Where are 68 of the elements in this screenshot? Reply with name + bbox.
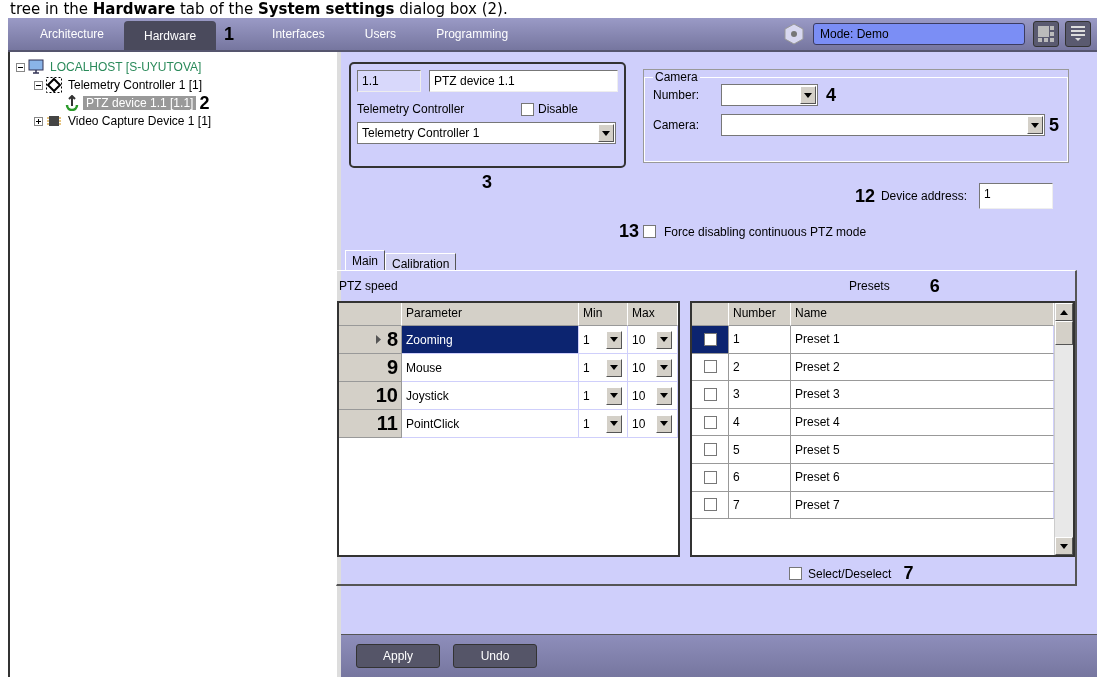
callout-number: 10 [375,384,398,407]
table-cell: Mouse [402,354,579,382]
column-header: Max [628,303,678,326]
callout-number: 12 [854,185,875,207]
callout-number: 11 [376,412,398,435]
min-dropdown[interactable]: 1 [579,410,628,438]
table-cell: 6 [729,463,791,492]
top-tab[interactable]: Hardware [124,21,217,50]
callout-number: 6 [929,275,940,297]
table-cell: 7 [729,491,791,520]
section-title: PTZ speed [338,279,399,293]
table-cell: Preset 3 [791,381,1054,409]
callout-number: 4 [826,84,836,106]
callout-number: 9 [386,356,398,379]
table-cell: Preset 1 [791,326,1054,354]
tree-item[interactable]: Video Capture Device 1 [1] [65,114,215,128]
table-cell: 4 [729,408,791,437]
column-header: Number [729,303,791,326]
action-button[interactable]: Apply [356,644,440,668]
panel-tab[interactable]: Main [345,250,385,270]
mode-field: Mode: Demo [813,23,1025,45]
max-dropdown[interactable]: 10 [628,382,678,410]
max-dropdown[interactable]: 10 [628,354,678,382]
callout-number: 1 [224,23,235,45]
panel-tab[interactable]: Calibration [385,253,457,270]
column-header: Name [791,303,1054,326]
min-dropdown[interactable]: 1 [579,382,628,410]
max-dropdown[interactable]: 10 [628,410,678,438]
tree-item[interactable]: Telemetry Controller 1 [1] [65,78,206,92]
callout-number: 13 [619,221,640,242]
callout-number: 2 [199,92,210,114]
callout-number: 5 [1049,114,1059,136]
table-cell: Zooming [402,326,579,354]
field-label: Device address: [880,189,967,203]
tree-item[interactable]: LOCALHOST [S-UYUTOVA] [47,60,205,74]
name-field[interactable]: PTZ device 1.1 [429,70,618,92]
field-label: Camera: [653,118,700,132]
checkbox-label: Disable [538,102,579,116]
callout-number: 3 [482,172,493,193]
table-cell: Joystick [402,382,579,410]
min-dropdown[interactable]: 1 [579,354,628,382]
table-cell: 2 [729,353,791,382]
field-label: Number: [653,88,700,102]
id-field[interactable]: 1.1 [357,70,421,92]
address-field[interactable]: 1 [979,183,1053,209]
table-cell: Preset 7 [791,491,1054,520]
caption-text: tree in the Hardware tab of the System settings dialog box (2). [9,0,509,18]
checkbox-label: Force disabling continuous PTZ mode [664,224,867,239]
column-header: Parameter [402,303,579,326]
table-cell: 5 [729,436,791,464]
action-button[interactable]: Undo [453,644,537,668]
checkbox-label: Select/Deselect [808,566,892,581]
table-cell: Preset 4 [791,408,1054,437]
table-cell: Preset 6 [791,463,1054,492]
controller-dropdown[interactable]: Telemetry Controller 1 [357,122,616,144]
table-cell: 3 [729,381,791,409]
callout-number: 8 [386,328,398,351]
min-dropdown[interactable]: 1 [579,326,628,354]
section-title: Presets [849,279,890,293]
field-label: Telemetry Controller [357,102,466,116]
max-dropdown[interactable]: 10 [628,326,678,354]
table-cell: 1 [729,326,791,354]
table-cell: Preset 2 [791,353,1054,382]
callout-number: 7 [903,563,914,584]
group-title: Camera [654,70,699,84]
table-cell: PointClick [402,410,579,438]
table-cell: Preset 5 [791,436,1054,464]
column-header: Min [579,303,628,326]
